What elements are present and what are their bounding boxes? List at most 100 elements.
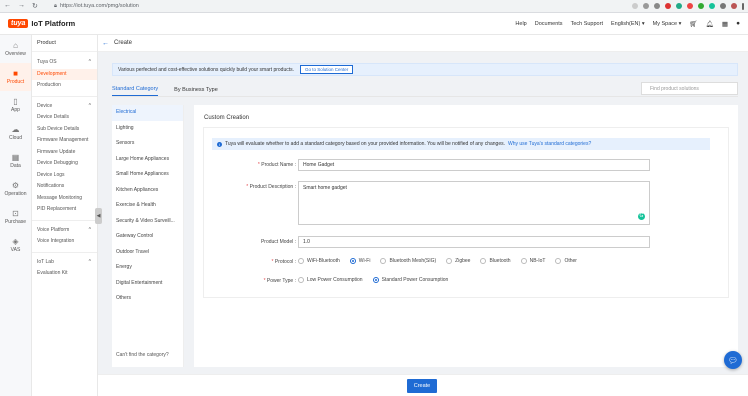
category-item[interactable]: Electrical [112,105,183,121]
category-item[interactable]: Kitchen Appliances [112,183,183,199]
my-space-menu[interactable]: My Space ▾ [653,21,682,27]
protocol-option[interactable]: Wi-Fi [349,258,370,264]
protocol-option[interactable]: Zigbee [446,258,470,264]
logo[interactable]: tuya IoT Platform [8,19,75,28]
tab-by-business-type[interactable]: By Business Type [174,87,218,96]
product-model-input[interactable]: 1.0 [298,236,650,248]
sidebar-group-voice-platform[interactable]: Voice Platform ^ [32,225,97,237]
back-arrow-icon[interactable]: ← [4,2,11,10]
divider [32,95,97,97]
tech-support-link[interactable]: Tech Support [571,21,603,27]
forward-arrow-icon[interactable]: → [18,2,25,10]
category-item[interactable]: Exercise & Health [112,198,183,214]
sidebar-item-pid-replacement[interactable]: PID Replacement [32,204,97,216]
category-item[interactable]: Lighting [112,121,183,137]
info-link[interactable]: Why use Tuya's standard categories? [508,141,591,147]
info-text: Tuya will evaluate whether to add a stan… [225,141,505,147]
sidebar-item-device-logs[interactable]: Device Logs [32,170,97,182]
rail-item-overview[interactable]: ⌂ Overview [0,35,31,63]
category-item[interactable]: Large Home Appliances [112,152,183,168]
power-type-option[interactable]: Low Power Consumption [298,277,363,283]
home-icon: ⌂ [13,41,18,50]
sidebar-item-sub-device-details[interactable]: Sub Device Details [32,124,97,136]
sidebar-item-firmware-update[interactable]: Firmware Update [32,147,97,159]
rail-item-cloud[interactable]: ☁ Cloud [0,119,31,147]
sidebar-group-tuya-os[interactable]: Tuya OS ^ [32,57,97,69]
rail-label: Cloud [8,135,23,141]
protocol-option[interactable]: WiFi-Bluetooth [298,258,340,264]
grid-icon[interactable]: ▦ [722,20,728,28]
extension-icon[interactable] [676,3,682,9]
category-item[interactable]: Outdoor Travel [112,245,183,261]
more-menu-icon[interactable] [742,2,744,10]
calendar-icon: ▦ [11,153,20,162]
documents-link[interactable]: Documents [535,21,563,27]
reload-icon[interactable]: ↻ [32,2,38,10]
extension-icon[interactable] [665,3,671,9]
category-item[interactable]: Small Home Appliances [112,167,183,183]
rail-label: Purchase [4,219,27,225]
sidebar-item-voice-integration[interactable]: Voice Integration [32,236,97,248]
radio-dot [555,258,562,264]
rail-item-product[interactable]: ■ Product [0,63,31,91]
category-item[interactable]: Gateway Control [112,229,183,245]
solution-center-button[interactable]: Go to Solution Center [300,65,354,74]
profile-avatar[interactable] [731,3,737,9]
sidebar-item-notifications[interactable]: Notifications [32,181,97,193]
language-select[interactable]: English(EN) ▾ [611,21,645,27]
extension-icon[interactable] [709,3,715,9]
sidebar-item-device-debugging[interactable]: Device Debugging [32,158,97,170]
rail-item-vas[interactable]: ◈ VAS [0,231,31,259]
logo-title: IoT Platform [31,19,76,28]
protocol-option[interactable]: Bluetooth [480,258,511,264]
sidebar-group-device[interactable]: Device ^ [32,101,97,113]
rail-item-operation[interactable]: ⚙ Operation [0,175,31,203]
rail-item-data[interactable]: ▦ Data [0,147,31,175]
category-item[interactable]: Security & Video Surveill... [112,214,183,230]
radio-dot [480,258,487,264]
address-bar[interactable]: 🔒︎ https://iot.tuya.com/pmg/solution [54,2,139,11]
radio-dot [446,258,453,264]
product-description-textarea[interactable]: Smart home gadget G [298,181,650,225]
protocol-radio-group: WiFi-Bluetooth Wi-Fi Bluetooth Mesh(SIG)… [298,258,577,264]
back-arrow-icon[interactable]: ← [102,40,109,47]
rail-label: Operation [4,191,27,197]
category-item[interactable]: Digital Entertainment [112,276,183,292]
help-link[interactable]: Help [515,21,526,27]
extension-icon[interactable] [698,3,704,9]
sidebar-item-firmware-management[interactable]: Firmware Management [32,135,97,147]
user-icon[interactable]: ● [736,20,740,27]
browser-nav: ← → ↻ [4,2,48,10]
category-item[interactable]: Others [112,291,183,307]
category-item[interactable]: Sensors [112,136,183,152]
protocol-option[interactable]: NB-IoT [520,258,545,264]
extension-icon[interactable] [654,3,660,9]
extension-icon[interactable] [687,3,693,9]
chat-support-icon[interactable]: 💬︎ [724,351,742,369]
extension-icon[interactable] [720,3,726,9]
cart-icon[interactable]: 🛒︎ [689,20,697,28]
rail-label: Data [10,163,21,169]
extension-icon[interactable] [643,3,649,9]
power-type-option[interactable]: Standard Power Consumption [372,277,448,283]
bell-icon[interactable]: 🔔︎ [706,20,714,28]
protocol-option[interactable]: Bluetooth Mesh(SIG) [380,258,436,264]
product-name-input[interactable]: Home Gadget [298,159,650,171]
search-input[interactable]: Find product solutions [641,82,738,95]
cant-find-category-link[interactable]: Can't find the category? [116,352,169,358]
sidebar-item-development[interactable]: Development [32,68,97,80]
grammarly-icon[interactable]: G [638,213,645,220]
protocol-option[interactable]: Other [555,258,577,264]
sidebar-item-production[interactable]: Production [32,80,97,92]
sidebar-item-device-details[interactable]: Device Details [32,112,97,124]
sidebar-item-message-monitoring[interactable]: Message Monitoring [32,193,97,205]
star-icon[interactable] [632,3,638,9]
category-item[interactable]: Energy [112,260,183,276]
sidebar-item-evaluation-kit[interactable]: Evaluation Kit [32,268,97,280]
sidebar-group-iot-lab[interactable]: IoT Lab ^ [32,257,97,269]
create-button[interactable]: Create [407,379,437,393]
tab-standard-category[interactable]: Standard Category [112,86,159,96]
rail-item-purchase[interactable]: ⊡ Purchase [0,203,31,231]
rail-label: Product [6,79,25,85]
rail-item-app[interactable]: ▯ App [0,91,31,119]
